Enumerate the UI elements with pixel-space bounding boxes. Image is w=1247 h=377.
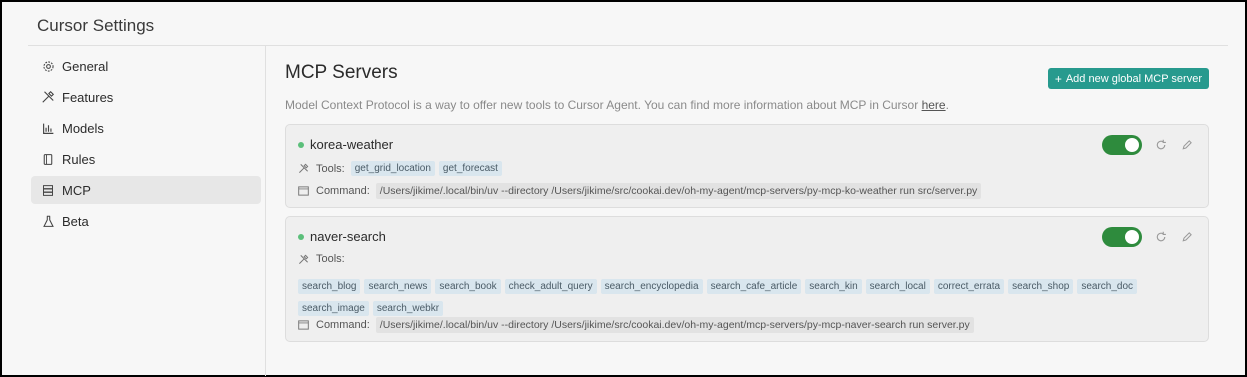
server-name: korea-weather (310, 137, 394, 152)
page-description: Model Context Protocol is a way to offer… (285, 98, 1209, 112)
tool-tag: search_webkr (372, 301, 444, 316)
server-header: naver-search (298, 229, 386, 244)
tool-tag: search_encyclopedia (600, 279, 703, 294)
sidebar-item-beta[interactable]: Beta (31, 207, 261, 235)
refresh-icon[interactable] (1154, 230, 1168, 244)
tool-tag: search_blog (298, 279, 361, 294)
sidebar: General Features Models Rules MCP Beta (28, 46, 266, 376)
description-end: . (945, 98, 949, 112)
command-value: /Users/jikime/.local/bin/uv --directory … (375, 183, 982, 199)
command-label: Command: (316, 319, 370, 331)
window-title: Cursor Settings (37, 16, 155, 35)
tools-icon (298, 253, 310, 265)
sidebar-item-rules[interactable]: Rules (31, 145, 261, 173)
sidebar-item-label: General (62, 58, 109, 74)
command-label: Command: (316, 185, 370, 197)
edit-icon[interactable] (1180, 230, 1194, 244)
description-text: Model Context Protocol is a way to offer… (285, 98, 922, 112)
tool-tag: correct_errata (933, 279, 1005, 294)
status-dot-icon (298, 141, 304, 148)
command-value: /Users/jikime/.local/bin/uv --directory … (375, 317, 974, 333)
tool-tag: get_grid_location (350, 161, 435, 176)
tools-label: Tools: (316, 162, 345, 175)
tool-tag: search_local (865, 279, 930, 294)
command-row: Command: /Users/jikime/.local/bin/uv --d… (298, 317, 974, 333)
main-panel: MCP Servers + Add new global MCP server … (285, 62, 1209, 342)
mcp-server-card: korea-weather Tools: get_grid_location g… (285, 124, 1209, 208)
tools-icon (40, 89, 56, 105)
status-dot-icon (298, 233, 304, 240)
terminal-icon (298, 185, 310, 197)
tools-row: Tools: get_grid_location get_forecast (298, 161, 506, 176)
sidebar-item-general[interactable]: General (31, 52, 261, 80)
command-row: Command: /Users/jikime/.local/bin/uv --d… (298, 183, 982, 199)
sidebar-item-label: Beta (62, 213, 89, 229)
server-controls (1102, 227, 1194, 247)
sidebar-item-features[interactable]: Features (31, 83, 261, 111)
settings-window: Cursor Settings General Features Models … (0, 0, 1247, 377)
description-link[interactable]: here (922, 98, 946, 112)
sidebar-item-label: Features (62, 89, 114, 105)
tool-tag: search_book (435, 279, 501, 294)
server-controls (1102, 135, 1194, 155)
tools-row: Tools: (298, 253, 345, 265)
flask-icon (40, 213, 56, 229)
sidebar-item-mcp[interactable]: MCP (31, 176, 261, 204)
server-enable-toggle[interactable] (1102, 135, 1142, 155)
sidebar-item-models[interactable]: Models (31, 114, 261, 142)
refresh-icon[interactable] (1154, 138, 1168, 152)
chart-icon (40, 120, 56, 136)
tool-tag: search_doc (1077, 279, 1138, 294)
edit-icon[interactable] (1180, 138, 1194, 152)
add-mcp-server-label: Add new global MCP server (1065, 72, 1202, 85)
book-icon (40, 151, 56, 167)
plus-icon: + (1054, 71, 1062, 86)
terminal-icon (298, 319, 310, 331)
tool-tag: search_image (298, 301, 369, 316)
sidebar-item-label: Rules (62, 151, 96, 167)
tool-tag: search_shop (1008, 279, 1074, 294)
server-icon (40, 182, 56, 198)
tools-label: Tools: (316, 253, 345, 265)
tools-tag-list: search_blog search_news search_book check_a… (298, 276, 1178, 320)
sidebar-item-label: MCP (62, 182, 91, 198)
server-name: naver-search (310, 229, 386, 244)
tool-tag: search_cafe_article (706, 279, 802, 294)
add-mcp-server-button[interactable]: + Add new global MCP server (1047, 68, 1209, 89)
tool-tag: search_kin (805, 279, 862, 294)
toggle-knob (1125, 230, 1139, 244)
toggle-knob (1125, 138, 1139, 152)
tool-tag: get_forecast (438, 161, 502, 176)
gear-icon (40, 58, 56, 74)
server-enable-toggle[interactable] (1102, 227, 1142, 247)
sidebar-item-label: Models (62, 120, 104, 136)
server-header: korea-weather (298, 137, 393, 152)
tool-tag: check_adult_query (504, 279, 597, 294)
tool-tag: search_news (364, 279, 432, 294)
tools-icon (298, 163, 310, 175)
mcp-server-card: naver-search Tools: search_blog search_ne… (285, 216, 1209, 342)
